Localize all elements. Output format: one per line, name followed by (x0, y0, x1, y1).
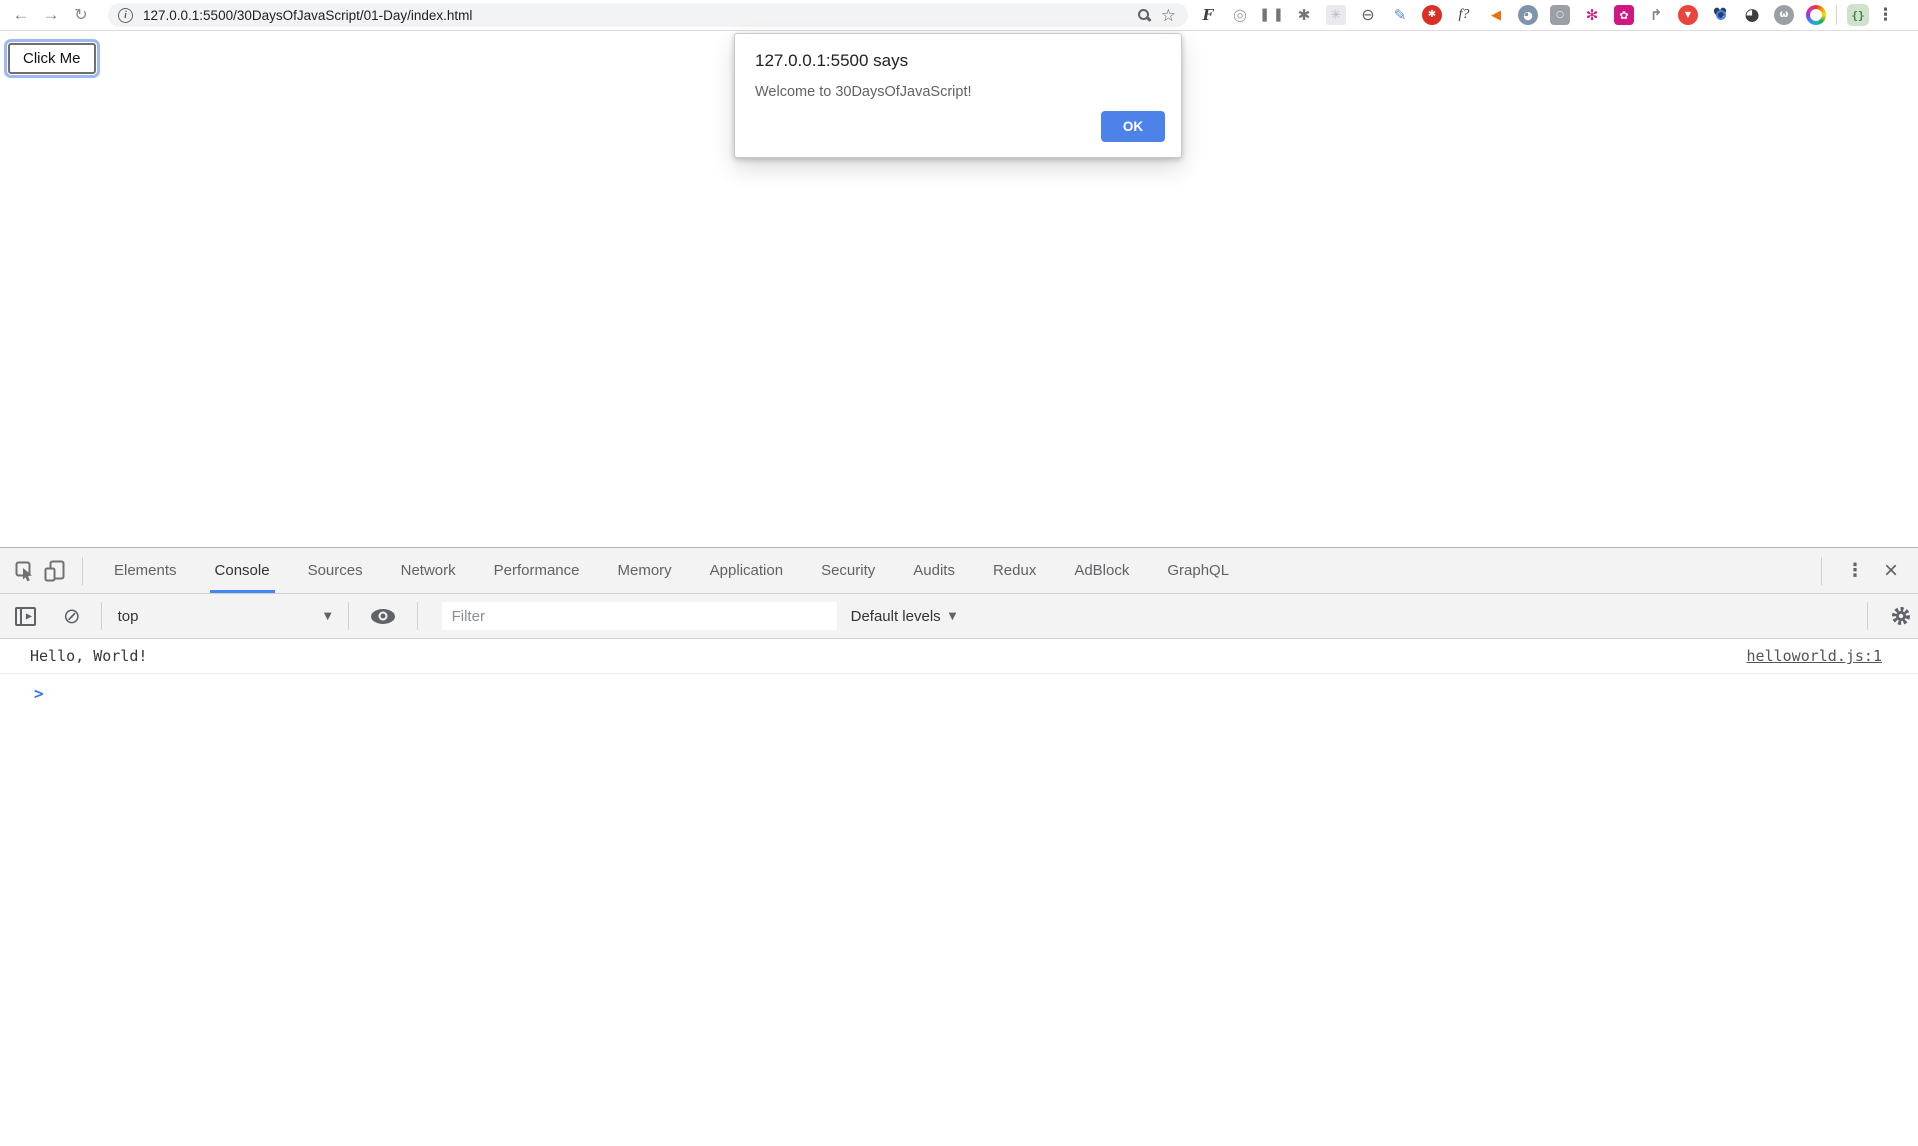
tab-audits[interactable]: Audits (894, 548, 974, 593)
console-source-link[interactable]: helloworld.js:1 (1747, 647, 1882, 665)
console-toolbar-separator (417, 602, 418, 630)
dropdown-arrow-icon: ▼ (324, 611, 332, 622)
color-wheel-extension-icon[interactable] (1806, 5, 1826, 25)
tab-performance[interactable]: Performance (475, 548, 599, 593)
console-toolbar-separator (101, 602, 102, 630)
alert-title: 127.0.0.1:5500 says (755, 51, 1165, 71)
clear-console-icon[interactable]: ⊘ (63, 606, 81, 627)
tab-console[interactable]: Console (196, 548, 289, 593)
log-levels-label: Default levels (851, 608, 941, 625)
devtools-menu-icon[interactable]: ⋮ (1834, 560, 1876, 581)
camera-extension-icon[interactable]: ○ (1550, 5, 1570, 25)
console-filter-input[interactable] (442, 602, 837, 630)
javascript-context-dropdown[interactable]: top ▼ (114, 608, 336, 625)
devtools-close-icon[interactable]: × (1876, 559, 1906, 583)
tab-redux[interactable]: Redux (974, 548, 1055, 593)
tab-security[interactable]: Security (802, 548, 894, 593)
red-bookmark-extension-icon[interactable]: ▼ (1678, 5, 1698, 25)
log-levels-dropdown[interactable]: Default levels ▼ (851, 608, 957, 625)
devtools-panel: Elements Console Sources Network Perform… (0, 547, 1918, 1146)
reload-icon[interactable]: ↻ (66, 2, 96, 28)
browser-toolbar: ← → ↻ i 127.0.0.1:5500/30DaysOfJavaScrip… (0, 0, 1918, 31)
bug-extension-icon[interactable]: ✱ (1294, 5, 1314, 25)
alert-dialog: 127.0.0.1:5500 says Welcome to 30DaysOfJ… (734, 33, 1182, 158)
console-toolbar-separator (1867, 602, 1868, 630)
pie-clock-extension-icon[interactable]: ◕ (1742, 5, 1762, 25)
swirl-circle-extension-icon[interactable]: ◕ (1518, 5, 1538, 25)
heart-search-extension-icon[interactable]: ♥ (1710, 5, 1730, 25)
console-settings-gear-icon[interactable] (1890, 605, 1912, 627)
bookmark-star-icon[interactable]: ☆ (1161, 7, 1176, 24)
react-devtools-extension-icon[interactable]: ✳ (1326, 5, 1346, 25)
adblock-stop-hand-extension-icon[interactable]: ✱ (1422, 5, 1442, 25)
console-toolbar-separator (348, 602, 349, 630)
console-prompt-chevron-icon: > (0, 684, 44, 703)
context-label: top (118, 608, 139, 625)
console-sidebar-toggle-icon[interactable] (15, 607, 36, 626)
tab-application[interactable]: Application (691, 548, 802, 593)
tab-memory[interactable]: Memory (599, 548, 691, 593)
columns-extension-icon[interactable]: ▌▐ (1262, 5, 1282, 25)
back-icon[interactable]: ← (6, 2, 36, 28)
tab-adblock[interactable]: AdBlock (1055, 548, 1148, 593)
tabbar-separator (82, 557, 83, 585)
device-toolbar-icon[interactable] (40, 556, 70, 586)
extensions-strip: F ◎ ▌▐ ✱ ✳ ⊖ ✎ ✱ f? ◀ ◕ ○ ✻ ✿ ↱ ▼ ♥ ◕ ω (1198, 5, 1826, 25)
pink-atom-extension-icon[interactable]: ✻ (1582, 5, 1602, 25)
tab-graphql[interactable]: GraphQL (1148, 548, 1248, 593)
orbit-target-extension-icon[interactable]: ◎ (1230, 5, 1250, 25)
dropdown-arrow-icon: ▼ (949, 611, 957, 622)
chrome-menu-icon[interactable]: ⋮ (1869, 5, 1902, 25)
w-wave-extension-icon[interactable]: ω (1774, 5, 1794, 25)
json-viewer-extension-icon[interactable]: {} (1847, 4, 1869, 26)
console-toolbar: ⊘ top ▼ Default levels ▼ (0, 594, 1918, 639)
pink-gear-extension-icon[interactable]: ✿ (1614, 5, 1634, 25)
screenshot-f-extension-icon[interactable]: F (1198, 5, 1218, 25)
console-message-text: Hello, World! (0, 647, 147, 665)
alert-message: Welcome to 30DaysOfJavaScript! (755, 84, 1165, 100)
devtools-tabbar-right: ⋮ × (1809, 557, 1918, 585)
devtools-tabbar: Elements Console Sources Network Perform… (0, 548, 1918, 594)
f-question-extension-icon[interactable]: f? (1454, 5, 1474, 25)
tab-elements[interactable]: Elements (95, 548, 196, 593)
click-me-button[interactable]: Click Me (8, 43, 96, 74)
megaphone-extension-icon[interactable]: ◀ (1486, 5, 1506, 25)
colorzilla-eyedropper-extension-icon[interactable]: ✎ (1390, 5, 1410, 25)
site-info-icon[interactable]: i (118, 8, 133, 23)
zoom-magnifier-icon[interactable] (1138, 9, 1149, 20)
corner-arrows-extension-icon[interactable]: ↱ (1646, 5, 1666, 25)
inspect-element-icon[interactable] (10, 556, 40, 586)
console-message-row: Hello, World! helloworld.js:1 (0, 639, 1918, 674)
alert-ok-button[interactable]: OK (1101, 111, 1165, 142)
url-text[interactable]: 127.0.0.1:5500/30DaysOfJavaScript/01-Day… (143, 8, 1130, 23)
toolbar-separator (1836, 5, 1837, 25)
console-output: Hello, World! helloworld.js:1 > (0, 639, 1918, 1146)
forward-icon[interactable]: → (36, 2, 66, 28)
tab-sources[interactable]: Sources (289, 548, 382, 593)
address-bar[interactable]: i 127.0.0.1:5500/30DaysOfJavaScript/01-D… (108, 3, 1188, 27)
page-content: Click Me 127.0.0.1:5500 says Welcome to … (0, 31, 1918, 547)
live-expression-eye-icon[interactable] (371, 609, 395, 624)
code-injector-extension-icon[interactable]: ⊖ (1358, 5, 1378, 25)
tab-network[interactable]: Network (382, 548, 475, 593)
tabbar-right-separator (1821, 557, 1822, 585)
console-prompt-row[interactable]: > (0, 674, 1918, 712)
